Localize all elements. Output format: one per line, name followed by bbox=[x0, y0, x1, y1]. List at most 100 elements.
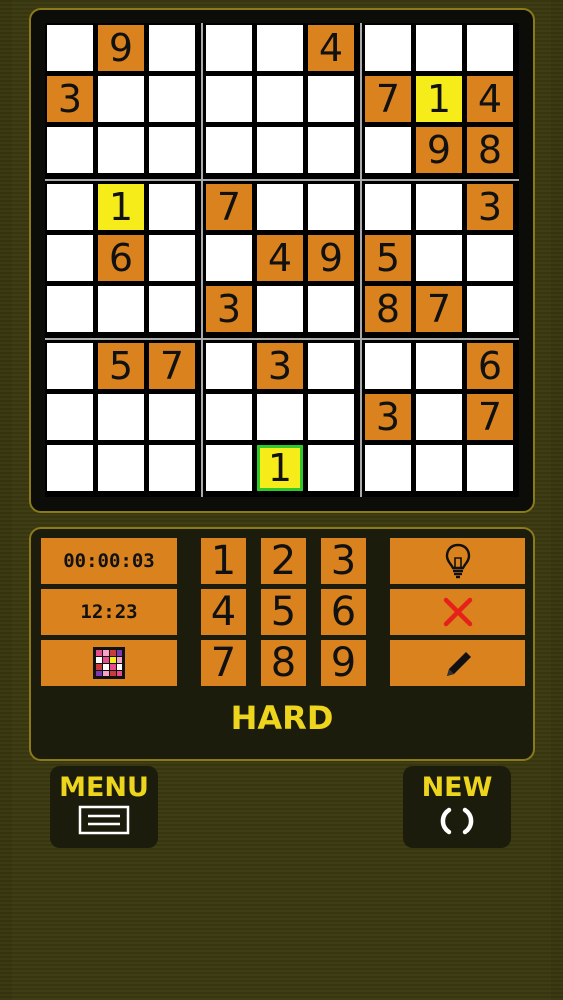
sudoku-cell-r8c5[interactable] bbox=[257, 394, 303, 440]
sudoku-cell-r5c7[interactable]: 5 bbox=[365, 235, 411, 281]
number-button-8[interactable]: 8 bbox=[261, 640, 306, 686]
sudoku-cell-r5c6[interactable]: 9 bbox=[308, 235, 354, 281]
sudoku-cell-r5c5[interactable]: 4 bbox=[257, 235, 303, 281]
sudoku-cell-r7c2[interactable]: 5 bbox=[98, 343, 144, 389]
sudoku-cell-r7c9[interactable]: 6 bbox=[467, 343, 513, 389]
sudoku-cell-r6c8[interactable]: 7 bbox=[416, 286, 462, 332]
sudoku-cell-r3c8[interactable]: 9 bbox=[416, 127, 462, 173]
sudoku-cell-r3c5[interactable] bbox=[257, 127, 303, 173]
sudoku-cell-r2c8[interactable]: 1 bbox=[416, 76, 462, 122]
sudoku-cell-r7c6[interactable] bbox=[308, 343, 354, 389]
number-button-6[interactable]: 6 bbox=[321, 589, 366, 635]
sudoku-cell-r4c2[interactable]: 1 bbox=[98, 184, 144, 230]
sudoku-cell-r1c9[interactable] bbox=[467, 25, 513, 71]
sudoku-cell-r5c8[interactable] bbox=[416, 235, 462, 281]
sudoku-cell-r1c1[interactable] bbox=[47, 25, 93, 71]
number-button-1[interactable]: 1 bbox=[201, 538, 246, 584]
sudoku-cell-r7c7[interactable] bbox=[365, 343, 411, 389]
sudoku-cell-r9c2[interactable] bbox=[98, 445, 144, 491]
sudoku-cell-r6c7[interactable]: 8 bbox=[365, 286, 411, 332]
sudoku-cell-r8c3[interactable] bbox=[149, 394, 195, 440]
sudoku-cell-r4c9[interactable]: 3 bbox=[467, 184, 513, 230]
number-button-3[interactable]: 3 bbox=[321, 538, 366, 584]
sudoku-cell-r1c7[interactable] bbox=[365, 25, 411, 71]
sudoku-cell-r2c4[interactable] bbox=[206, 76, 252, 122]
erase-button[interactable] bbox=[390, 589, 525, 635]
sudoku-cell-r6c9[interactable] bbox=[467, 286, 513, 332]
sudoku-cell-r8c8[interactable] bbox=[416, 394, 462, 440]
sudoku-cell-r3c7[interactable] bbox=[365, 127, 411, 173]
sudoku-cell-r4c8[interactable] bbox=[416, 184, 462, 230]
sudoku-cell-r1c4[interactable] bbox=[206, 25, 252, 71]
sudoku-cell-r5c3[interactable] bbox=[149, 235, 195, 281]
sudoku-cell-r7c8[interactable] bbox=[416, 343, 462, 389]
number-button-2[interactable]: 2 bbox=[261, 538, 306, 584]
sudoku-cell-r6c6[interactable] bbox=[308, 286, 354, 332]
sudoku-cell-r3c9[interactable]: 8 bbox=[467, 127, 513, 173]
sudoku-cell-r2c1[interactable]: 3 bbox=[47, 76, 93, 122]
number-button-5[interactable]: 5 bbox=[261, 589, 306, 635]
number-button-9[interactable]: 9 bbox=[321, 640, 366, 686]
sudoku-cell-r4c5[interactable] bbox=[257, 184, 303, 230]
sudoku-cell-r1c6[interactable]: 4 bbox=[308, 25, 354, 71]
sudoku-cell-r8c4[interactable] bbox=[206, 394, 252, 440]
clock-display: 12:23 bbox=[41, 589, 177, 635]
sudoku-cell-r5c1[interactable] bbox=[47, 235, 93, 281]
sudoku-cell-r6c4[interactable]: 3 bbox=[206, 286, 252, 332]
sudoku-cell-r4c4[interactable]: 7 bbox=[206, 184, 252, 230]
palette-button[interactable] bbox=[41, 640, 177, 686]
sudoku-cell-r7c5[interactable]: 3 bbox=[257, 343, 303, 389]
sudoku-cell-r2c7[interactable]: 7 bbox=[365, 76, 411, 122]
sudoku-cell-r4c7[interactable] bbox=[365, 184, 411, 230]
number-button-7[interactable]: 7 bbox=[201, 640, 246, 686]
sudoku-cell-r6c2[interactable] bbox=[98, 286, 144, 332]
sudoku-cell-r9c1[interactable] bbox=[47, 445, 93, 491]
sudoku-cell-r8c1[interactable] bbox=[47, 394, 93, 440]
sudoku-cell-r2c5[interactable] bbox=[257, 76, 303, 122]
sudoku-cell-r9c6[interactable] bbox=[308, 445, 354, 491]
sudoku-cell-r8c9[interactable]: 7 bbox=[467, 394, 513, 440]
number-button-4[interactable]: 4 bbox=[201, 589, 246, 635]
sudoku-cell-r3c2[interactable] bbox=[98, 127, 144, 173]
sudoku-cell-r6c5[interactable] bbox=[257, 286, 303, 332]
sudoku-cell-r8c2[interactable] bbox=[98, 394, 144, 440]
sudoku-cell-r5c9[interactable] bbox=[467, 235, 513, 281]
sudoku-cell-r2c2[interactable] bbox=[98, 76, 144, 122]
sudoku-cell-r2c3[interactable] bbox=[149, 76, 195, 122]
sudoku-cell-r2c6[interactable] bbox=[308, 76, 354, 122]
sudoku-cell-r8c7[interactable]: 3 bbox=[365, 394, 411, 440]
sudoku-cell-r4c3[interactable] bbox=[149, 184, 195, 230]
sudoku-cell-r4c6[interactable] bbox=[308, 184, 354, 230]
sudoku-cell-r1c3[interactable] bbox=[149, 25, 195, 71]
menu-button[interactable]: MENU bbox=[50, 766, 158, 848]
difficulty-label: HARD bbox=[230, 699, 334, 737]
sudoku-cell-r9c4[interactable] bbox=[206, 445, 252, 491]
sudoku-cell-r8c6[interactable] bbox=[308, 394, 354, 440]
hint-button[interactable] bbox=[390, 538, 525, 584]
sudoku-cell-r3c6[interactable] bbox=[308, 127, 354, 173]
sudoku-cell-r9c7[interactable] bbox=[365, 445, 411, 491]
sudoku-cell-r9c5[interactable]: 1 bbox=[257, 445, 303, 491]
sudoku-cell-r3c1[interactable] bbox=[47, 127, 93, 173]
sudoku-cell-r9c3[interactable] bbox=[149, 445, 195, 491]
sudoku-cell-r3c3[interactable] bbox=[149, 127, 195, 173]
sudoku-cell-r3c4[interactable] bbox=[206, 127, 252, 173]
sudoku-cell-r4c1[interactable] bbox=[47, 184, 93, 230]
sudoku-cell-r9c8[interactable] bbox=[416, 445, 462, 491]
sudoku-cell-r5c2[interactable]: 6 bbox=[98, 235, 144, 281]
control-panel: 00:00:03 12:23 1 2 3 4 5 6 7 8 9 HARD bbox=[29, 527, 535, 761]
sudoku-cell-r1c8[interactable] bbox=[416, 25, 462, 71]
box-divider-vertical bbox=[360, 23, 362, 497]
sudoku-cell-r5c4[interactable] bbox=[206, 235, 252, 281]
sudoku-cell-r6c3[interactable] bbox=[149, 286, 195, 332]
sudoku-cell-r9c9[interactable] bbox=[467, 445, 513, 491]
pencil-button[interactable] bbox=[390, 640, 525, 686]
sudoku-cell-r6c1[interactable] bbox=[47, 286, 93, 332]
sudoku-cell-r7c3[interactable]: 7 bbox=[149, 343, 195, 389]
sudoku-cell-r1c5[interactable] bbox=[257, 25, 303, 71]
sudoku-cell-r2c9[interactable]: 4 bbox=[467, 76, 513, 122]
sudoku-cell-r1c2[interactable]: 9 bbox=[98, 25, 144, 71]
sudoku-cell-r7c4[interactable] bbox=[206, 343, 252, 389]
sudoku-cell-r7c1[interactable] bbox=[47, 343, 93, 389]
new-game-button[interactable]: NEW bbox=[403, 766, 511, 848]
